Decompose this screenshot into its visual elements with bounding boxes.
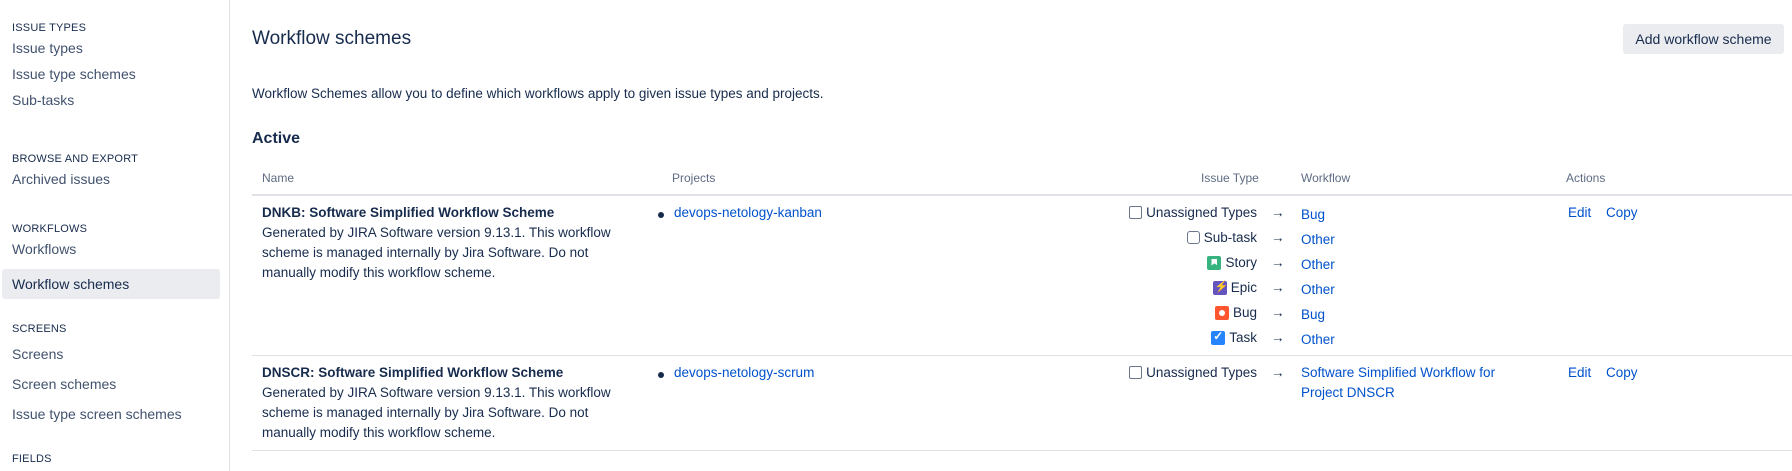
header-divider — [252, 194, 1792, 196]
section-title-active: Active — [252, 130, 301, 147]
arrow-icon: → — [1271, 365, 1285, 380]
page-description: Workflow Schemes allow you to define whi… — [252, 86, 824, 101]
sidebar-item-sub-tasks[interactable]: Sub-tasks — [2, 85, 220, 115]
workflow-link[interactable]: Other — [1301, 230, 1531, 250]
arrow-icon: → — [1271, 330, 1285, 345]
sidebar-item-archived-issues[interactable]: Archived issues — [2, 164, 220, 194]
column-header-name: Name — [262, 171, 295, 185]
scheme-description-line: manually modify this workflow scheme. — [262, 425, 496, 440]
subtask-icon — [1186, 231, 1200, 244]
workflow-link[interactable]: Other — [1301, 330, 1531, 350]
workflow-link[interactable]: Bug — [1301, 305, 1531, 325]
project-link[interactable]: devops-netology-scrum — [657, 365, 814, 380]
column-header-actions: Actions — [1566, 171, 1606, 185]
copy-link[interactable]: Copy — [1606, 365, 1638, 380]
workflow-link-line[interactable]: Project DNSCR — [1301, 383, 1531, 403]
issue-type-label: Task — [1211, 329, 1257, 345]
issue-type-label: Unassigned Types — [1129, 205, 1257, 220]
scheme-description-line: manually modify this workflow scheme. — [262, 265, 496, 280]
copy-link[interactable]: Copy — [1606, 205, 1638, 220]
sidebar-item-issue-type-screen-schemes[interactable]: Issue type screen schemes — [2, 399, 220, 429]
sidebar-heading-fields: FIELDS — [12, 453, 52, 465]
scheme-description-line: Generated by JIRA Software version 9.13.… — [262, 225, 611, 240]
sidebar-item-screen-schemes[interactable]: Screen schemes — [2, 369, 220, 399]
scheme-description-line: Generated by JIRA Software version 9.13.… — [262, 385, 611, 400]
column-header-issue-type: Issue Type — [1201, 171, 1259, 185]
issue-type-label: Sub-task — [1186, 230, 1257, 245]
issue-type-label: Unassigned Types — [1129, 365, 1257, 380]
column-header-workflow: Workflow — [1301, 171, 1351, 185]
task-icon — [1211, 329, 1226, 345]
scheme-name: DNKB: Software Simplified Workflow Schem… — [262, 205, 555, 220]
story-icon — [1207, 255, 1222, 270]
sidebar-item-workflows[interactable]: Workflows — [2, 234, 220, 264]
workflow-link[interactable]: Bug — [1301, 205, 1531, 225]
scheme-description-line: scheme is managed internally by Jira Sof… — [262, 405, 589, 420]
workflow-link[interactable]: Software Simplified Workflow for Project… — [1301, 363, 1531, 403]
scheme-name: DNSCR: Software Simplified Workflow Sche… — [262, 365, 564, 380]
workflow-link-line[interactable]: Software Simplified Workflow for — [1301, 363, 1531, 383]
row-divider — [252, 355, 1792, 356]
sidebar: ISSUE TYPES Issue types Issue type schem… — [0, 0, 230, 471]
table-row-name-cell: DNSCR: Software Simplified Workflow Sche… — [262, 363, 622, 443]
arrow-icon: → — [1271, 280, 1285, 295]
arrow-icon: → — [1271, 230, 1285, 245]
edit-link[interactable]: Edit — [1568, 365, 1591, 380]
add-workflow-scheme-button[interactable]: Add workflow scheme — [1623, 24, 1784, 54]
page-title: Workflow schemes — [252, 28, 412, 49]
table-row-name-cell: DNKB: Software Simplified Workflow Schem… — [262, 203, 622, 283]
sidebar-item-workflow-schemes[interactable]: Workflow schemes — [2, 269, 220, 299]
unassigned-icon — [1129, 206, 1143, 219]
unassigned-icon — [1129, 366, 1143, 379]
issue-type-label: Bug — [1214, 305, 1257, 320]
column-header-projects: Projects — [672, 171, 716, 185]
sidebar-item-screens[interactable]: Screens — [2, 339, 220, 369]
project-link[interactable]: devops-netology-kanban — [658, 205, 822, 220]
scheme-description-line: scheme is managed internally by Jira Sof… — [262, 245, 589, 260]
workflow-link[interactable]: Other — [1301, 255, 1531, 275]
arrow-icon: → — [1271, 305, 1285, 320]
edit-link[interactable]: Edit — [1568, 205, 1591, 220]
arrow-icon: → — [1271, 205, 1285, 220]
workflow-link[interactable]: Other — [1301, 280, 1531, 300]
epic-icon — [1212, 280, 1228, 295]
issue-type-label: Epic — [1212, 280, 1257, 295]
arrow-icon: → — [1271, 255, 1285, 270]
sidebar-heading-screens: SCREENS — [12, 323, 67, 335]
bug-icon — [1214, 305, 1229, 320]
row-divider — [252, 450, 1792, 451]
issue-type-label: Story — [1207, 255, 1257, 270]
